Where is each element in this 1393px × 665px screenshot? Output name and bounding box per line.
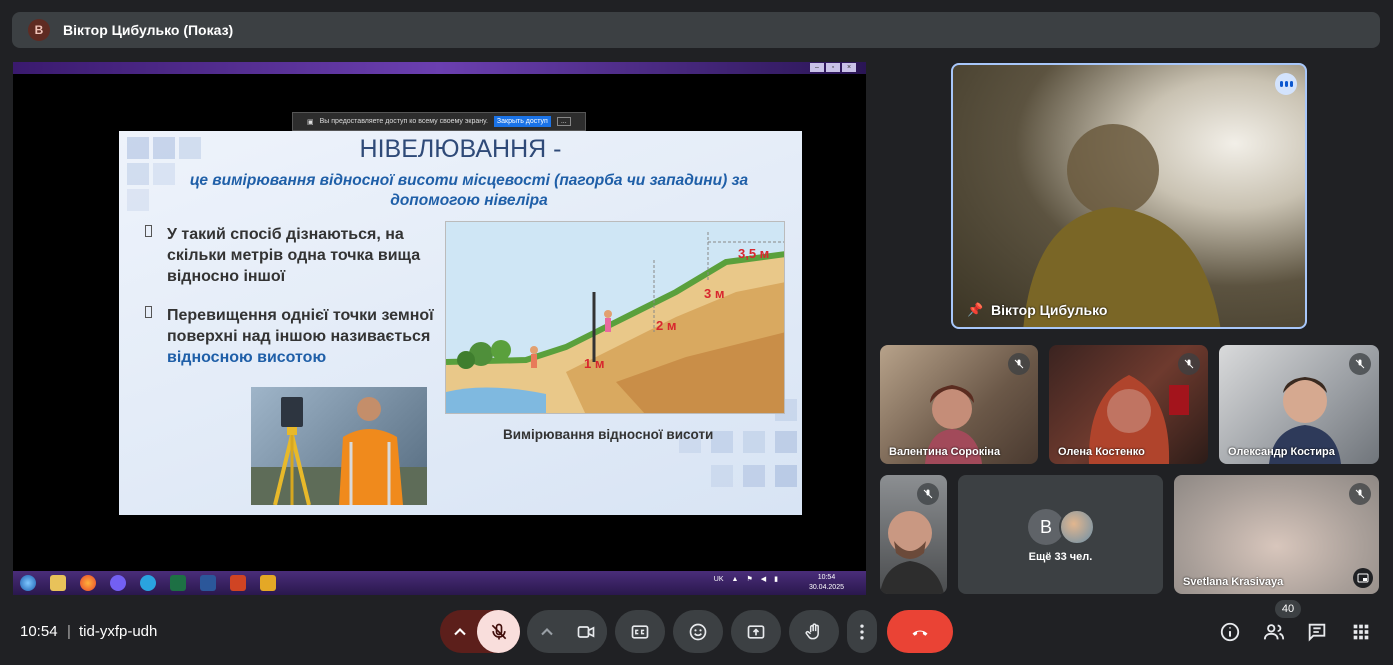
mic-off-icon [917, 483, 939, 505]
word-icon [193, 572, 223, 594]
excel-icon [163, 572, 193, 594]
participant-name: Олена Костенко [1058, 446, 1145, 458]
meeting-time: 10:54 [20, 623, 58, 640]
height-label-3: 3 м [704, 286, 724, 301]
chat-icon [1308, 623, 1326, 642]
slide-bullet-1: У такий спосіб дізнаються, на скільки ме… [145, 224, 439, 287]
camera-control[interactable] [527, 610, 607, 653]
presenter-avatar: В [28, 19, 50, 41]
slide-title: НІВЕЛЮВАННЯ - [359, 135, 562, 163]
tray-arrow-icon: ▲ [731, 575, 739, 583]
presentation-slide: НІВЕЛЮВАННЯ - це вимірювання відносної в… [119, 131, 802, 515]
participant-tile-1[interactable]: Валентина Сорокіна [880, 345, 1038, 464]
flag-icon: ⚑ [746, 576, 753, 583]
language-indicator: UK [713, 575, 724, 583]
windows-taskbar: UK ▲ ⚑ ◀ ▮ 10:54 30.04.2025 [13, 571, 866, 595]
emoji-icon [689, 623, 707, 640]
more-participants-label: Ещё 33 чел. [1028, 551, 1093, 563]
mic-off-icon [1349, 353, 1371, 375]
explorer-icon [43, 572, 73, 594]
camera-toggle-button[interactable] [564, 610, 607, 653]
clock-date: 30.04.2025 [808, 584, 844, 591]
unmute-button[interactable] [477, 610, 520, 653]
share-icon: ▣ [307, 118, 314, 126]
info-icon [1220, 622, 1240, 642]
call-end-icon [912, 630, 928, 636]
height-measurement-illustration: 1 м 2 м 3 м 3,5 м [445, 221, 785, 414]
meeting-code: tid-yxfp-udh [79, 623, 158, 640]
audio-options-button[interactable] [440, 622, 480, 642]
reactions-button[interactable] [673, 610, 723, 653]
more-options-button[interactable] [847, 610, 877, 653]
height-label-4: 3,5 м [738, 246, 769, 261]
clock-time: 10:54 [817, 574, 836, 581]
slide-bullet-2: Перевищення однієї точки земної поверхні… [145, 305, 439, 368]
restore-icon: ▫ [826, 63, 840, 72]
more-participants-tile[interactable]: В Ещё 33 чел. [958, 475, 1163, 594]
stop-sharing-button: Закрыть доступ [493, 116, 551, 127]
participant-name: Валентина Сорокіна [889, 446, 1001, 458]
presenter-video-tile[interactable]: 📌 Віктор Цибулько [951, 63, 1307, 329]
more-vert-icon [860, 624, 864, 639]
people-count-badge: 40 [1275, 600, 1301, 618]
apps-grid-icon [1353, 624, 1369, 640]
participant-tile-4[interactable] [880, 475, 947, 594]
start-button [13, 572, 43, 594]
share-notice-text: Вы предоставляете доступ ко всему своему… [319, 118, 488, 125]
surveyor-photo [251, 387, 427, 505]
slide-subtitle: це вимірювання відносної висоти місцевос… [189, 172, 749, 209]
chat-button[interactable] [1305, 620, 1329, 644]
close-icon: × [842, 63, 856, 72]
illustration-caption: Вимірювання відносної висоти [503, 427, 714, 442]
presenter-bar: В Віктор Цибулько (Показ) [12, 12, 1380, 48]
participant-tile-6[interactable]: Svetlana Krasivaya [1174, 475, 1379, 594]
activities-button[interactable] [1349, 620, 1373, 644]
mic-off-icon [491, 623, 506, 639]
meeting-controls-bar: 10:54 | tid-yxfp-udh 40 [0, 600, 1393, 665]
meeting-info-button[interactable] [1218, 620, 1242, 644]
participant-name: Олександр Костира [1228, 446, 1335, 458]
microphone-control[interactable] [440, 610, 520, 653]
minimize-icon: – [810, 63, 824, 72]
media-player-icon [253, 572, 283, 594]
captions-button[interactable] [615, 610, 665, 653]
window-titlebar: – ▫ × [13, 62, 866, 74]
hand-icon [805, 622, 819, 639]
shared-screen: – ▫ × ▣ Вы предоставляете доступ ко всему … [13, 62, 866, 595]
powerpoint-icon [223, 572, 253, 594]
people-button[interactable] [1262, 620, 1286, 644]
videocam-icon [577, 625, 594, 638]
height-label-1: 1 м [584, 356, 604, 371]
picture-in-picture-icon[interactable] [1353, 568, 1373, 588]
participant-tile-3[interactable]: Олександр Костира [1219, 345, 1379, 464]
signal-icon: ▮ [774, 576, 778, 583]
mic-off-icon [1178, 353, 1200, 375]
height-label-2: 2 м [656, 318, 676, 333]
raise-hand-button[interactable] [789, 610, 839, 653]
present-to-all-icon [747, 624, 765, 639]
participant-name: Svetlana Krasivaya [1183, 576, 1284, 588]
taskbar-clock: 10:54 30.04.2025 [809, 573, 844, 593]
closed-captions-icon [631, 624, 649, 639]
video-options-button[interactable] [527, 622, 567, 642]
participant-avatar-photo [1059, 509, 1095, 545]
time-separator: | [67, 623, 71, 640]
telegram-icon [133, 572, 163, 594]
screen-share-notice: ▣ Вы предоставляете доступ ко всему свое… [292, 112, 586, 131]
mic-off-icon [1008, 353, 1030, 375]
people-icon [1263, 624, 1285, 640]
participant-name: Віктор Цибулько [991, 302, 1108, 318]
share-more-button: ... [556, 117, 571, 126]
present-screen-button[interactable] [731, 610, 781, 653]
participant-tile-2[interactable]: Олена Костенко [1049, 345, 1208, 464]
viber-icon [103, 572, 133, 594]
firefox-icon [73, 572, 103, 594]
more-options-icon[interactable] [1275, 73, 1297, 95]
volume-icon: ◀ [760, 576, 767, 583]
pin-icon[interactable]: 📌 [967, 302, 983, 318]
presenter-title: Віктор Цибулько (Показ) [63, 22, 234, 38]
mic-off-icon [1349, 483, 1371, 505]
leave-call-button[interactable] [887, 610, 953, 653]
